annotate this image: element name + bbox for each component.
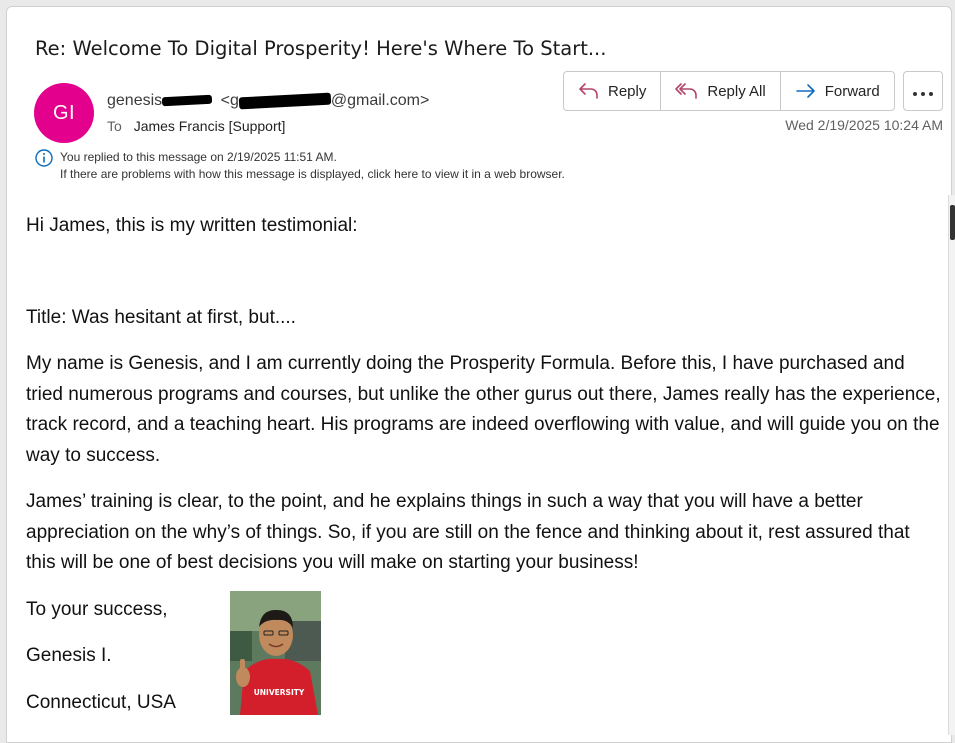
signature-location: Connecticut, USA — [26, 691, 176, 713]
greeting-text: Hi James, this is my written testimonial… — [26, 215, 358, 236]
shirt-text: UNIVERSITY — [254, 688, 305, 697]
reply-all-label: Reply All — [707, 82, 766, 100]
reply-all-icon — [675, 82, 699, 100]
scrollbar-track[interactable] — [948, 195, 955, 735]
sender-email-suffix: @gmail.com> — [330, 92, 430, 109]
blank-spacer — [26, 258, 942, 303]
more-actions-button[interactable] — [903, 71, 943, 111]
reply-label: Reply — [608, 82, 647, 100]
sender-email-prefix: <g — [220, 92, 239, 109]
sender-avatar[interactable]: GI — [34, 83, 94, 143]
email-body: Hi James, this is my written testimonial… — [26, 211, 942, 734]
message-actions: Reply Reply All Forward — [563, 71, 895, 111]
view-in-browser-link[interactable]: If there are problems with how this mess… — [60, 166, 565, 183]
replied-notice: You replied to this message on 2/19/2025… — [60, 150, 337, 164]
reply-icon — [578, 82, 600, 100]
reply-all-button[interactable]: Reply All — [661, 72, 781, 110]
sender-line[interactable]: genesis <g @gmail.com> — [107, 92, 429, 110]
forward-button[interactable]: Forward — [781, 72, 894, 110]
email-subject: Re: Welcome To Digital Prosperity! Here'… — [35, 37, 607, 60]
sign-off-text: To your success, — [26, 598, 168, 620]
email-reading-pane: Re: Welcome To Digital Prosperity! Here'… — [6, 6, 952, 743]
forward-label: Forward — [824, 82, 880, 100]
forward-arrow-icon — [795, 82, 817, 100]
sender-name: genesis — [107, 92, 163, 109]
recipient-line: To James Francis [Support] — [107, 118, 285, 134]
scrollbar-thumb[interactable] — [950, 205, 955, 240]
info-bar: You replied to this message on 2/19/2025… — [35, 149, 565, 183]
to-label: To — [107, 118, 122, 134]
recipient-name[interactable]: James Francis [Support] — [134, 118, 286, 134]
testimonial-paragraph-2: James’ training is clear, to the point, … — [26, 491, 910, 573]
sender-photo[interactable]: UNIVERSITY — [230, 591, 321, 715]
testimonial-title: Title: Was hesitant at first, but.... — [26, 306, 296, 328]
redaction-mark — [161, 94, 213, 107]
avatar-initials: GI — [52, 101, 76, 124]
received-date: Wed 2/19/2025 10:24 AM — [785, 117, 943, 133]
more-dots-icon — [912, 82, 934, 101]
info-icon — [35, 149, 53, 172]
testimonial-paragraph-1: My name is Genesis, and I am currently d… — [26, 353, 941, 466]
redaction-mark — [238, 92, 332, 110]
signature-name: Genesis I. — [26, 645, 112, 666]
reply-button[interactable]: Reply — [564, 72, 662, 110]
